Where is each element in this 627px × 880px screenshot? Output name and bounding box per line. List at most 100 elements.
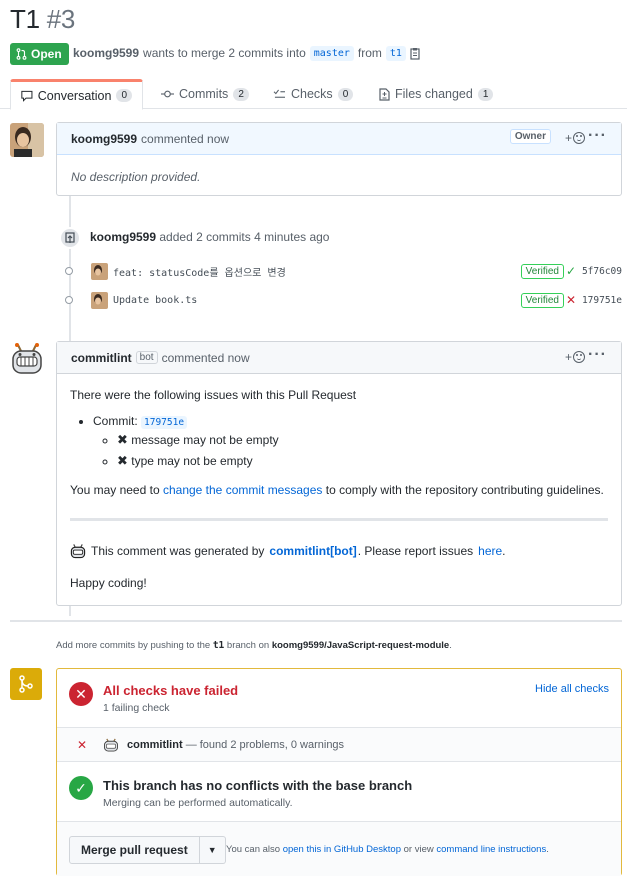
advice-text: You may need to change the commit messag… — [70, 483, 608, 497]
avatar[interactable] — [91, 291, 108, 309]
bot-intro: There were the following issues with thi… — [70, 388, 357, 402]
add-reaction-button[interactable]: + — [565, 350, 585, 364]
from-text: from — [357, 46, 382, 60]
commit-sha-link[interactable]: 179751e — [141, 416, 188, 429]
commit-sha[interactable]: 5f76c09 — [582, 266, 622, 277]
merge-method-dropdown[interactable]: ▼ — [199, 836, 226, 864]
comment-box: koomg9599 commented now Owner + ··· No d… — [56, 122, 622, 196]
commit-message[interactable]: feat: statusCode를 옵션으로 변경 — [113, 264, 286, 279]
repo-push-icon — [59, 227, 81, 249]
git-merge-icon — [10, 668, 42, 700]
merge-alt-text: You can also open this in GitHub Desktop… — [226, 844, 549, 855]
heavy-x-icon: ✖ — [117, 453, 128, 468]
tab-files-changed[interactable]: Files changed 1 — [369, 79, 503, 109]
merge-pull-request-button[interactable]: Merge pull request — [69, 836, 200, 864]
pr-title: T1 #3 — [10, 4, 75, 35]
state-badge: Open — [10, 43, 69, 65]
commitlint-bot-link[interactable]: commitlint[bot] — [269, 544, 356, 558]
comment-icon — [21, 90, 33, 102]
head-branch[interactable]: t1 — [385, 45, 406, 61]
issue-list: Commit: 179751e ✖ message may not be emp… — [70, 414, 608, 469]
generated-mid: . Please report issues — [357, 544, 474, 558]
commit-label: Commit: — [93, 414, 138, 428]
tab-conversation[interactable]: Conversation 0 — [10, 79, 143, 110]
advice-suffix: to comply with the repository contributi… — [325, 483, 604, 497]
bot-avatar[interactable] — [10, 342, 44, 376]
report-issues-link[interactable]: here — [478, 544, 502, 558]
hint-branch: t1 — [212, 640, 225, 651]
comment-body: There were the following issues with thi… — [57, 374, 621, 590]
commit-sha[interactable]: 179751e — [582, 295, 622, 306]
bot-label: bot — [135, 351, 158, 364]
check-row-text: commitlint — found 2 problems, 0 warning… — [127, 739, 344, 751]
owner-badge: Owner — [509, 129, 551, 144]
checks-title: All checks have failed — [103, 683, 239, 698]
tab-label: Conversation — [37, 88, 112, 103]
alt-or: or view — [403, 844, 434, 855]
comment-author[interactable]: koomg9599 — [71, 132, 137, 146]
change-commit-messages-link[interactable]: change the commit messages — [163, 483, 322, 497]
verified-badge[interactable]: Verified — [520, 263, 564, 279]
generated-end: . — [502, 544, 506, 558]
sub-issue-list: ✖ message may not be empty ✖ type may no… — [93, 432, 608, 469]
tab-label: Checks — [291, 87, 333, 101]
merge-text: wants to merge 2 commits into — [143, 46, 306, 60]
alt-prefix: You can also — [226, 844, 281, 855]
tab-counter: 1 — [477, 87, 494, 101]
clipboard-icon[interactable] — [410, 47, 421, 60]
add-reaction-button[interactable]: + — [565, 131, 585, 145]
avatar[interactable] — [10, 123, 44, 157]
tab-counter: 0 — [337, 87, 354, 101]
verified-badge[interactable]: Verified — [520, 292, 564, 308]
triangle-down-icon: ▼ — [207, 845, 217, 855]
smiley-icon — [573, 132, 585, 144]
commitlint-logo-icon — [70, 544, 86, 559]
tab-label: Files changed — [395, 87, 473, 101]
smiley-icon — [573, 351, 585, 363]
alt-end: . — [546, 844, 549, 855]
hide-all-checks-link[interactable]: Hide all checks — [535, 683, 609, 695]
tab-counter: 2 — [233, 87, 249, 101]
event-action: added 2 commits 4 minutes ago — [159, 230, 330, 244]
commit-dot-icon — [65, 267, 73, 275]
command-line-link[interactable]: command line instructions — [436, 844, 546, 855]
issue-text: message may not be empty — [131, 433, 279, 447]
comment-author[interactable]: commitlint — [71, 351, 132, 365]
divider — [70, 518, 608, 521]
generated-prefix: This comment was generated by — [91, 544, 265, 558]
more-options-icon[interactable]: ··· — [588, 346, 607, 364]
x-icon: ✕ — [77, 738, 88, 752]
check-circle-icon: ✓ — [69, 776, 93, 800]
pr-title-text: T1 — [10, 4, 40, 34]
more-options-icon[interactable]: ··· — [588, 127, 607, 145]
commitlint-logo-icon — [104, 738, 118, 752]
avatar[interactable] — [91, 262, 108, 280]
pr-meta: koomg9599 wants to merge 2 commits into … — [73, 44, 421, 62]
x-circle-icon: ✕ — [69, 682, 93, 706]
generated-note: This comment was generated by commitlint… — [70, 543, 608, 559]
conflicts-subtitle: Merging can be performed automatically. — [103, 797, 293, 809]
comment-body: No description provided. — [71, 170, 201, 184]
x-icon[interactable]: ✕ — [566, 293, 576, 307]
event-author[interactable]: koomg9599 — [90, 230, 156, 244]
bot-comment-box: commitlint bot commented now + ··· There… — [56, 341, 622, 606]
tab-checks[interactable]: Checks 0 — [263, 79, 363, 109]
github-desktop-link[interactable]: open this in GitHub Desktop — [283, 844, 401, 855]
list-item: ✖ message may not be empty — [117, 432, 608, 448]
comment-action[interactable]: commented now — [162, 351, 250, 365]
commit-message[interactable]: Update book.ts — [113, 295, 197, 306]
comment-header: koomg9599 commented now Owner + ··· — [57, 123, 621, 155]
list-item: Update book.ts Verified ✕ 179751e — [62, 289, 622, 311]
comment-action[interactable]: commented now — [141, 132, 229, 146]
conflicts-title: This branch has no conflicts with the ba… — [103, 778, 413, 793]
signoff-text: Happy coding! — [70, 576, 147, 590]
heavy-x-icon: ✖ — [117, 432, 128, 447]
check-icon[interactable]: ✓ — [566, 264, 576, 278]
check-item[interactable]: ✕ commitlint — found 2 problems, 0 warni… — [57, 728, 621, 762]
tab-commits[interactable]: Commits 2 — [151, 79, 259, 109]
advice-prefix: You may need to — [70, 483, 160, 497]
commit-icon — [161, 90, 174, 98]
author-link[interactable]: koomg9599 — [73, 46, 139, 60]
pr-number: #3 — [46, 4, 76, 34]
base-branch[interactable]: master — [309, 45, 354, 61]
